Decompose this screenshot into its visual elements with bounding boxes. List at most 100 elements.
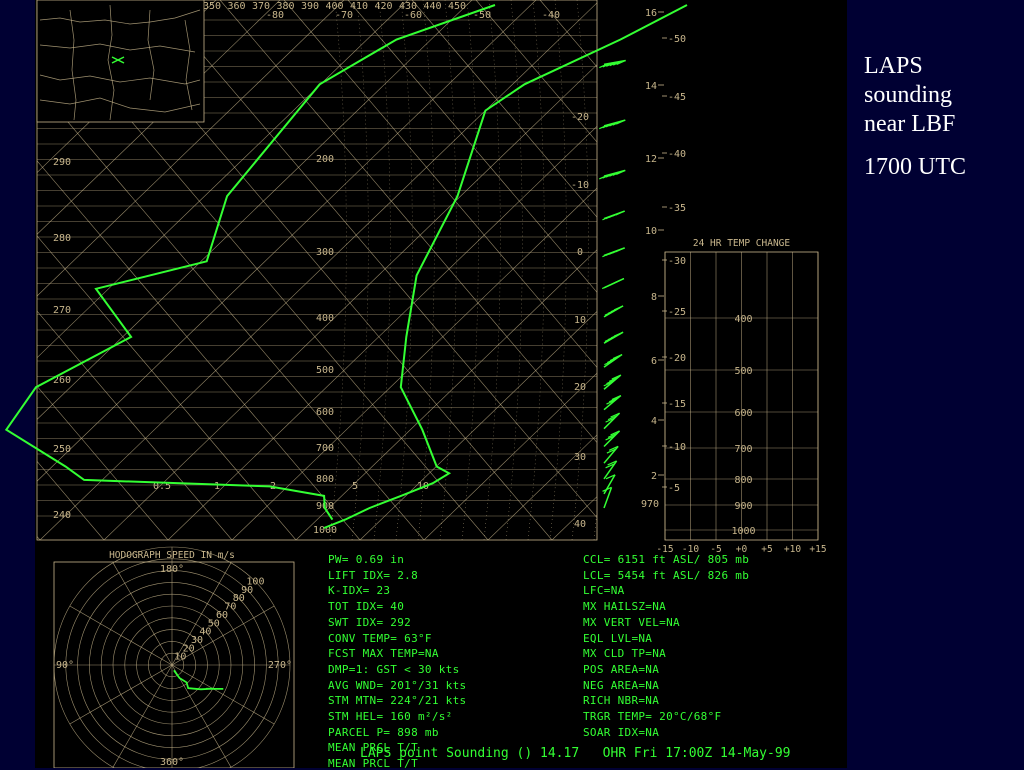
pressure-label-800: 800 <box>316 474 334 485</box>
height-temp-label: -10 <box>668 442 686 453</box>
pressure-label-500: 500 <box>316 365 334 376</box>
index-line: LIFT IDX= 2.8 <box>328 568 418 582</box>
index-line: CCL= 6151 ft ASL/ 805 mb <box>583 553 750 566</box>
hodograph-spoke <box>69 605 173 666</box>
temp-change-xtick: +5 <box>761 544 772 555</box>
hodograph-dir-label: 90° <box>56 660 74 671</box>
moist-adiabat-line <box>616 0 632 540</box>
temp-change-title: 24 HR TEMP CHANGE <box>693 238 791 249</box>
index-line: STM MTN= 224°/21 kts <box>328 694 467 708</box>
isotherm-line <box>359 311 597 540</box>
index-line: TOT IDX= 40 <box>328 600 405 614</box>
top-theta-label: 440 <box>423 1 441 12</box>
theta-label-290: 290 <box>53 157 71 168</box>
height-label-kft: 8 <box>651 292 657 303</box>
height-label-kft: 10 <box>645 226 657 237</box>
side-temp-label: -20 <box>571 112 589 123</box>
caption-line-2: sounding <box>864 82 953 108</box>
height-label-kft: 2 <box>651 471 657 482</box>
caption-time: 1700 UTC <box>864 154 966 180</box>
side-temp-label: 20 <box>574 382 586 393</box>
side-temp-label: -10 <box>571 180 589 191</box>
top-temp-label: -60 <box>404 10 422 21</box>
temp-change-pressure-label: 400 <box>734 314 752 325</box>
top-temp-label: -40 <box>542 10 560 21</box>
pressure-label-700: 700 <box>316 443 334 454</box>
height-label-kft: 6 <box>651 356 657 367</box>
index-line: RICH NBR=NA <box>583 694 660 708</box>
mixing-ratio-label: 1 <box>214 481 220 492</box>
surface-pressure-label: 970 <box>641 499 659 510</box>
height-axis: 16 14 12 10 8 6 4 2 -50 -45 -40 -35 -30 -25 -20 -15 -10 -… <box>641 8 686 510</box>
caption-line-3: near LBF <box>864 111 956 137</box>
temp-change-pressure-label: 800 <box>734 475 752 486</box>
mixing-ratio-label: 5 <box>352 481 358 492</box>
index-line: STM HEL= 160 m²/s² <box>328 710 453 723</box>
isotherm-line <box>231 187 597 540</box>
moist-adiabat-line <box>395 0 413 540</box>
index-line: MX VERT VEL=NA <box>583 615 680 629</box>
temp-change-panel: 24 HR TEMP CHANGE-15 -10 -5 +0 +5 +10 +1540050… <box>656 238 826 555</box>
height-temp-label: -45 <box>668 92 686 103</box>
index-line: K-IDX= 23 <box>328 584 391 598</box>
wind-barbs <box>599 59 626 509</box>
height-temp-label: -35 <box>668 203 686 214</box>
index-line: PARCEL P= 898 mb <box>328 725 439 739</box>
adiabat-line <box>219 0 597 444</box>
pressure-label-600: 600 <box>316 407 334 418</box>
map-inset <box>36 0 205 123</box>
moist-adiabat-line <box>483 0 501 540</box>
top-temp-label: -70 <box>335 10 353 21</box>
adiabat-line <box>283 0 597 368</box>
moist-adiabat-line <box>461 0 479 540</box>
pressure-label-300: 300 <box>316 247 334 258</box>
hodograph-spoke <box>171 664 232 768</box>
height-temp-label: -30 <box>668 256 686 267</box>
side-temp-label: 10 <box>574 315 586 326</box>
hodograph-ring-label: 100 <box>246 577 264 588</box>
hodograph-dir-label: 360° <box>160 757 184 768</box>
top-theta-label: 360 <box>227 1 245 12</box>
index-line: PW= 0.69 in <box>328 553 405 566</box>
slide-caption: LAPS sounding near LBF 1700 UTC <box>864 52 1014 182</box>
footer-status: LAPS point Sounding () 14.17 OHR Fri 17:… <box>360 746 791 761</box>
temp-change-pressure-label: 1000 <box>731 526 755 537</box>
adiabat-line <box>155 0 597 519</box>
height-temp-label: -20 <box>668 353 686 364</box>
theta-label-240: 240 <box>53 510 71 521</box>
hodograph: HODOGRAPH SPEED IN m/s180°270°360°90°102… <box>53 546 295 768</box>
index-line: SWT IDX= 292 <box>328 615 412 629</box>
index-line: MX CLD TP=NA <box>583 647 667 661</box>
top-theta-label: 350 <box>203 1 221 12</box>
temperature-profile <box>323 4 688 529</box>
side-temp-label: 0 <box>577 247 583 258</box>
hodograph-spoke <box>69 664 173 725</box>
index-line: LFC=NA <box>583 584 625 598</box>
adiabat-line <box>37 536 41 540</box>
caption-line-1: LAPS <box>864 53 923 79</box>
temp-change-pressure-label: 900 <box>734 501 752 512</box>
index-line: AVG WND= 201°/31 kts <box>328 678 467 692</box>
adiabat-line <box>411 0 597 218</box>
moist-adiabat-line <box>329 0 347 540</box>
wind-barb-staff <box>603 394 622 411</box>
temp-change-xtick: +15 <box>809 544 826 555</box>
isotherm-line <box>0 0 24 540</box>
height-label-kft: 16 <box>645 8 657 19</box>
hodograph-spoke <box>171 664 275 725</box>
height-temp-label: -40 <box>668 149 686 160</box>
moist-adiabat-line <box>549 0 567 540</box>
wind-barb-flag <box>601 283 612 290</box>
temp-change-pressure-label: 500 <box>734 366 752 377</box>
hodograph-spoke <box>112 664 173 768</box>
pressure-label-400: 400 <box>316 313 334 324</box>
theta-label-270: 270 <box>53 305 71 316</box>
height-temp-label: -5 <box>668 483 680 494</box>
height-temp-label: -15 <box>668 399 686 410</box>
wind-barb-staff <box>603 412 621 430</box>
height-label-kft: 4 <box>651 416 657 427</box>
index-line: POS AREA=NA <box>583 662 660 676</box>
top-theta-label: 450 <box>448 1 466 12</box>
height-temp-label: -25 <box>668 307 686 318</box>
side-temp-label: 30 <box>574 452 586 463</box>
